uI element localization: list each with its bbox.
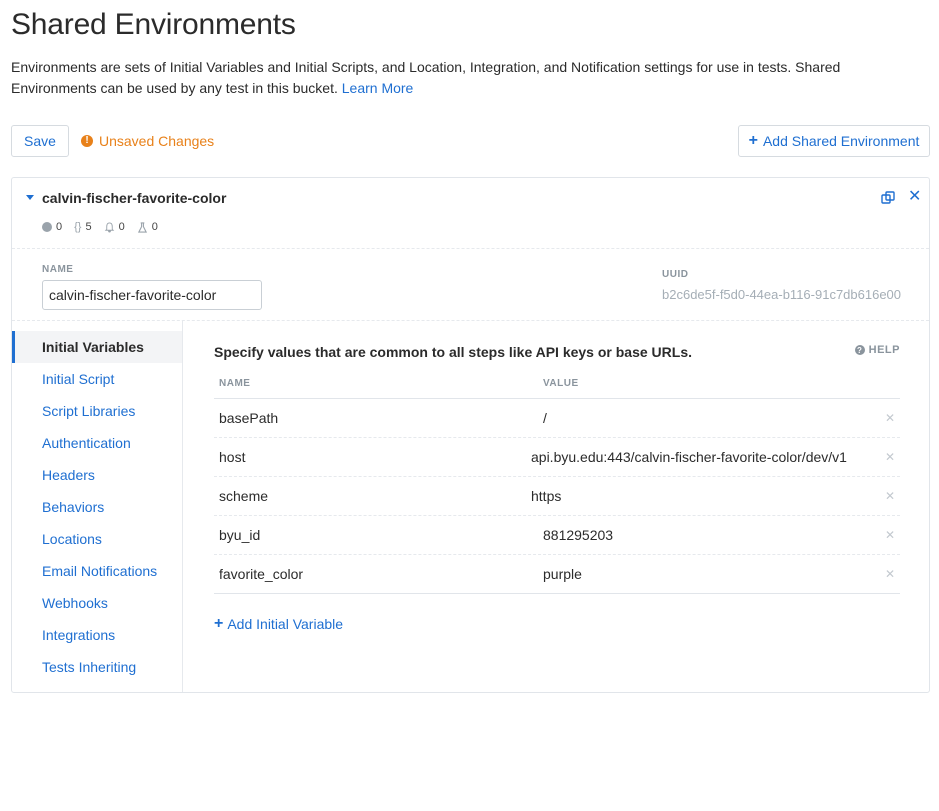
table-row: scheme https ✕	[214, 477, 900, 516]
variables-description: Specify values that are common to all st…	[214, 344, 692, 360]
sidebar-item-initial-script[interactable]: Initial Script	[12, 363, 182, 395]
delete-row-icon[interactable]: ✕	[885, 567, 895, 581]
variable-value[interactable]: /	[543, 404, 873, 432]
settings-sidebar: Initial Variables Initial Script Script …	[12, 321, 183, 692]
help-link[interactable]: ? HELP	[854, 344, 900, 356]
variable-value[interactable]: purple	[543, 560, 873, 588]
variable-name[interactable]: favorite_color	[219, 566, 303, 582]
column-header-name: NAME	[219, 378, 251, 389]
sidebar-item-tests-inheriting[interactable]: Tests Inheriting	[12, 651, 182, 683]
uuid-label: UUID	[662, 269, 689, 280]
environment-stats: 0 {} 5 0 0	[42, 221, 158, 233]
braces-icon: {}	[74, 221, 82, 233]
plus-icon: +	[214, 615, 224, 632]
stat-locations: 0	[42, 221, 62, 233]
environment-name-input[interactable]	[42, 280, 262, 310]
sidebar-item-webhooks[interactable]: Webhooks	[12, 587, 182, 619]
table-row: byu_id 881295203 ✕	[214, 516, 900, 555]
variable-name[interactable]: byu_id	[219, 527, 260, 543]
delete-row-icon[interactable]: ✕	[885, 489, 895, 503]
intro-text: Environments are sets of Initial Variabl…	[11, 59, 841, 96]
question-circle-icon: ?	[854, 345, 865, 355]
stat-scripts: {} 5	[74, 221, 91, 233]
learn-more-link[interactable]: Learn More	[342, 80, 414, 96]
uuid-value: b2c6de5f-f5d0-44ea-b116-91c7db616e00	[662, 287, 902, 302]
sidebar-item-script-libraries[interactable]: Script Libraries	[12, 395, 182, 427]
delete-row-icon[interactable]: ✕	[885, 528, 895, 542]
caret-down-icon[interactable]	[26, 195, 34, 200]
unsaved-label: Unsaved Changes	[99, 133, 215, 149]
table-row: host api.byu.edu:443/calvin-fischer-favo…	[214, 438, 900, 477]
table-row: basePath / ✕	[214, 399, 900, 438]
sidebar-item-headers[interactable]: Headers	[12, 459, 182, 491]
environment-details: NAME UUID b2c6de5f-f5d0-44ea-b116-91c7db…	[12, 249, 929, 321]
sidebar-item-integrations[interactable]: Integrations	[12, 619, 182, 651]
variable-name[interactable]: basePath	[219, 410, 278, 426]
environment-card: calvin-fischer-favorite-color 0 {} 5 0 0…	[11, 177, 930, 693]
table-header: NAME VALUE	[214, 370, 900, 399]
environment-header: calvin-fischer-favorite-color 0 {} 5 0 0…	[12, 178, 929, 249]
sidebar-item-behaviors[interactable]: Behaviors	[12, 491, 182, 523]
sidebar-item-initial-variables[interactable]: Initial Variables	[12, 331, 182, 363]
unsaved-changes-indicator: ! Unsaved Changes	[81, 133, 214, 149]
close-icon[interactable]: ✕	[908, 189, 921, 205]
sidebar-item-authentication[interactable]: Authentication	[12, 427, 182, 459]
add-shared-environment-button[interactable]: + Add Shared Environment	[738, 125, 930, 157]
sidebar-item-email-notifications[interactable]: Email Notifications	[12, 555, 182, 587]
variable-value[interactable]: https	[531, 482, 861, 510]
bell-icon	[104, 221, 114, 233]
copy-icon[interactable]	[881, 191, 895, 205]
stat-notifications-count: 0	[118, 221, 125, 233]
add-initial-variable-button[interactable]: + Add Initial Variable	[214, 615, 344, 633]
variable-value[interactable]: api.byu.edu:443/calvin-fischer-favorite-…	[531, 443, 861, 471]
stat-locations-count: 0	[56, 221, 63, 233]
variables-table: NAME VALUE basePath / ✕ host api.byu.edu…	[214, 370, 900, 594]
environment-name[interactable]: calvin-fischer-favorite-color	[42, 190, 226, 206]
sidebar-item-locations[interactable]: Locations	[12, 523, 182, 555]
save-button[interactable]: Save	[11, 125, 69, 157]
page-intro: Environments are sets of Initial Variabl…	[11, 57, 926, 99]
delete-row-icon[interactable]: ✕	[885, 411, 895, 425]
plus-icon: +	[748, 132, 758, 149]
variable-value[interactable]: 881295203	[543, 521, 873, 549]
variable-name[interactable]: scheme	[219, 488, 268, 504]
stat-notifications: 0	[104, 221, 125, 233]
column-header-value: VALUE	[543, 378, 579, 389]
page-title: Shared Environments	[11, 8, 296, 41]
add-variable-label: Add Initial Variable	[227, 616, 344, 632]
stat-scripts-count: 5	[85, 221, 92, 233]
variable-name[interactable]: host	[219, 449, 245, 465]
flask-icon	[137, 221, 147, 233]
stat-tests: 0	[137, 221, 158, 233]
table-row: favorite_color purple ✕	[214, 555, 900, 594]
globe-icon	[42, 222, 52, 232]
delete-row-icon[interactable]: ✕	[885, 450, 895, 464]
exclamation-circle-icon: !	[81, 135, 93, 147]
name-label: NAME	[42, 264, 74, 275]
stat-tests-count: 0	[151, 221, 158, 233]
help-label: HELP	[868, 344, 900, 356]
add-env-label: Add Shared Environment	[762, 133, 920, 149]
